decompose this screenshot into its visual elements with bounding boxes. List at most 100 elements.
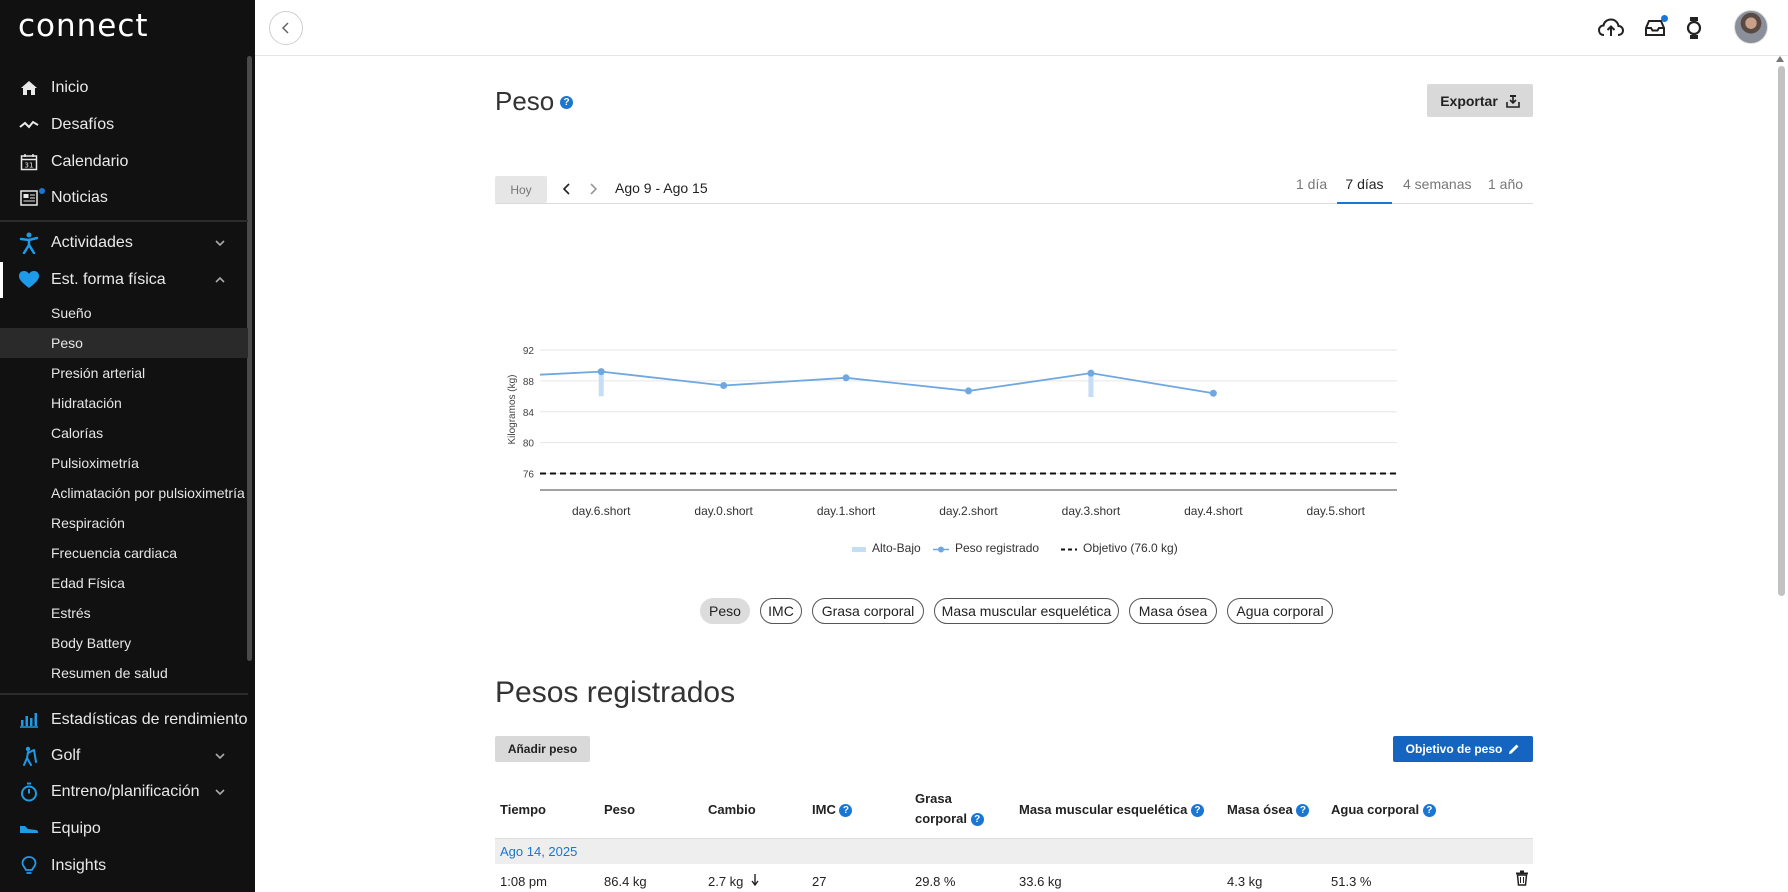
sidebar-sub-frecuencia[interactable]: Frecuencia cardiaca [0, 538, 248, 568]
sidebar-divider [0, 220, 248, 222]
delete-button[interactable] [1515, 870, 1529, 889]
back-button[interactable] [269, 11, 303, 45]
sidebar-item-estadisticas[interactable]: Estadísticas de rendimiento [0, 702, 248, 738]
col-header-muscle[interactable]: Masa muscular esquelética ? [1019, 800, 1204, 820]
col-header-water[interactable]: Agua corporal ? [1331, 800, 1436, 820]
date-group-label[interactable]: Ago 14, 2025 [500, 844, 577, 859]
legend-label-high-low: Alto-Bajo [872, 541, 921, 555]
sidebar-sub-presion[interactable]: Presión arterial [0, 358, 248, 388]
cell-bmi: 27 [812, 874, 827, 889]
heart-icon [18, 269, 40, 291]
home-icon [18, 77, 40, 99]
chevron-left-icon [562, 183, 570, 195]
y-tick-label: 84 [523, 408, 535, 419]
main-content: Peso ? Exportar Hoy Ago 9 - Ago 15 1 día… [255, 56, 1788, 892]
weight-line [539, 370, 1214, 395]
sidebar-sub-edad-fisica[interactable]: Edad Física [0, 568, 248, 598]
upload-cloud-icon[interactable] [1597, 14, 1625, 42]
x-tick-label: day.5.short [1307, 504, 1366, 518]
col-header-weight[interactable]: Peso [604, 800, 635, 820]
sidebar-sub-calorias[interactable]: Calorías [0, 418, 248, 448]
col-header-time[interactable]: Tiempo [500, 800, 546, 820]
svg-text:31: 31 [25, 162, 34, 170]
metric-tab-masa-osea[interactable]: Masa ósea [1129, 598, 1217, 624]
chevron-up-icon[interactable] [214, 274, 226, 286]
bar-chart-icon [18, 709, 40, 731]
tab-7-dias[interactable]: 7 días [1337, 176, 1392, 204]
page-scrollbar[interactable] [1778, 66, 1785, 596]
sidebar-item-insights[interactable]: Insights [0, 848, 248, 884]
sidebar-sub-body-battery[interactable]: Body Battery [0, 628, 248, 658]
watch-icon[interactable] [1680, 14, 1708, 42]
sidebar-item-calendario[interactable]: 31 Calendario [0, 144, 248, 180]
goal-label: Objetivo de peso [1405, 742, 1503, 756]
calendar-icon: 31 [18, 151, 40, 173]
col-header-fat[interactable]: Grasa corporal ? [915, 789, 984, 829]
data-point [1087, 369, 1095, 377]
x-tick-label: day.6.short [572, 504, 631, 518]
metric-tab-imc[interactable]: IMC [760, 598, 802, 624]
help-icon[interactable]: ? [1190, 804, 1204, 818]
prev-period-button[interactable] [557, 178, 577, 200]
col-header-change[interactable]: Cambio [708, 800, 756, 820]
y-tick-label: 88 [523, 377, 535, 388]
help-icon[interactable]: ? [1422, 804, 1436, 818]
sidebar-item-golf[interactable]: Golf [0, 738, 248, 774]
sidebar-sub-hidratacion[interactable]: Hidratación [0, 388, 248, 418]
x-tick-label: day.3.short [1062, 504, 1121, 518]
cell-time: 1:08 pm [500, 874, 547, 889]
data-point [1209, 389, 1217, 397]
sidebar-item-desafios[interactable]: Desafíos [0, 107, 248, 143]
col-header-bmi[interactable]: IMC ? [812, 800, 853, 820]
sidebar-item-inicio[interactable]: Inicio [0, 70, 248, 106]
scroll-up-arrow[interactable] [1776, 56, 1784, 62]
metric-tab-masa-muscular[interactable]: Masa muscular esquelética [934, 598, 1119, 624]
sidebar-item-forma-fisica[interactable]: Est. forma física [0, 262, 248, 298]
pencil-icon [1509, 744, 1519, 754]
help-icon[interactable]: ? [970, 813, 984, 827]
notification-dot [1661, 15, 1668, 22]
chevron-down-icon[interactable] [214, 750, 226, 762]
tab-4-semanas[interactable]: 4 semanas [1403, 176, 1471, 204]
sidebar-sub-peso[interactable]: Peso [0, 328, 248, 358]
legend-label-goal: Objetivo (76.0 kg) [1083, 541, 1178, 555]
sidebar-item-noticias[interactable]: Noticias [0, 180, 248, 216]
help-icon[interactable]: ? [839, 804, 853, 818]
chevron-down-icon[interactable] [214, 237, 226, 249]
add-weight-button[interactable]: Añadir peso [495, 736, 590, 762]
arrow-down-icon [751, 874, 759, 887]
sidebar-sub-aclimatacion[interactable]: Aclimatación por pulsioximetría [0, 478, 248, 508]
sidebar-sub-respiracion[interactable]: Respiración [0, 508, 248, 538]
golfer-icon [18, 745, 40, 767]
avatar[interactable] [1734, 10, 1768, 44]
today-button[interactable]: Hoy [495, 176, 547, 203]
inbox-icon[interactable] [1641, 14, 1669, 42]
sidebar-sub-pulsioximetria[interactable]: Pulsioximetría [0, 448, 248, 478]
sidebar-item-label: Equipo [51, 820, 101, 837]
y-axis-label: Kilogramos (kg) [507, 374, 518, 444]
sidebar-sub-resumen[interactable]: Resumen de salud [0, 658, 248, 688]
col-header-bone[interactable]: Masa ósea ? [1227, 800, 1310, 820]
date-group-row: Ago 14, 2025 [495, 838, 1533, 864]
cell-fat: 29.8 % [915, 874, 956, 889]
next-period-button[interactable] [583, 178, 603, 200]
chevron-down-icon[interactable] [214, 786, 226, 798]
help-icon[interactable]: ? [1296, 804, 1310, 818]
tab-1-ano[interactable]: 1 año [1488, 176, 1523, 204]
export-label: Exportar [1440, 92, 1498, 109]
export-button[interactable]: Exportar [1427, 84, 1533, 117]
sidebar-item-actividades[interactable]: Actividades [0, 225, 248, 261]
sidebar-sub-estres[interactable]: Estrés [0, 598, 248, 628]
sidebar-item-equipo[interactable]: Equipo [0, 811, 248, 847]
metric-tab-grasa[interactable]: Grasa corporal [812, 598, 924, 624]
sidebar-sub-sueno[interactable]: Sueño [0, 298, 248, 328]
metric-tab-agua[interactable]: Agua corporal [1227, 598, 1333, 624]
help-icon[interactable]: ? [560, 96, 573, 109]
connect-logo[interactable]: connect [18, 8, 149, 44]
weight-goal-button[interactable]: Objetivo de peso [1393, 736, 1533, 762]
sidebar-item-entreno[interactable]: Entreno/planificación [0, 774, 248, 810]
metric-tab-peso[interactable]: Peso [700, 598, 750, 624]
tab-1-dia[interactable]: 1 día [1296, 176, 1327, 204]
y-tick-label: 92 [523, 346, 535, 357]
cell-change-value: 2.7 kg [708, 874, 744, 889]
